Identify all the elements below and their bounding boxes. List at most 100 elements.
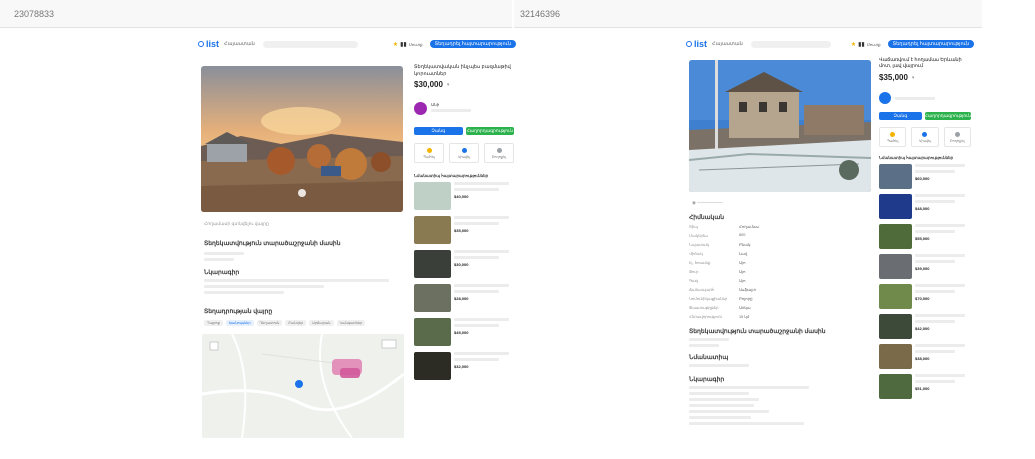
poi-tabs: Դպրոց Խանութներ Դեղատուն Բանկեր Սրճարան …	[204, 320, 366, 326]
region-info	[204, 252, 294, 264]
right-id-bar: 32146396	[514, 0, 982, 28]
description-text	[204, 279, 394, 297]
chevron-down-icon[interactable]: ▾	[912, 75, 915, 81]
logo-icon	[198, 41, 204, 47]
login-link[interactable]: Մուտք	[867, 42, 881, 47]
region-section-title: Տեղեկատվություն տարածաշրջանի մասին	[204, 241, 341, 247]
left-listing-page: list Հայաստան ★ ▮▮ Մուտք Տեղադրել հայտար…	[198, 36, 516, 456]
login-link[interactable]: Մուտք	[409, 42, 423, 47]
star-icon	[890, 131, 896, 137]
header-icons: ★ ▮▮ Մուտք Տեղադրել հայտարարություն	[393, 40, 516, 48]
specs-table: Տիպ Հողամաս Մակերես 600 Նպատակ Բնակ. Վիճակ Լ…	[689, 224, 869, 323]
poi-tab[interactable]: Կանգառներ	[336, 320, 366, 326]
spec-row: Վիճակ Լավ	[689, 252, 748, 256]
save-action[interactable]: Պահել	[414, 143, 444, 163]
search-input[interactable]	[750, 40, 831, 48]
list-item[interactable]: $32,000	[414, 352, 514, 380]
main-photo[interactable]	[201, 66, 403, 212]
post-ad-button[interactable]: Տեղադրել հայտարարություն	[429, 40, 516, 48]
list-item[interactable]: $55,000	[879, 224, 971, 250]
message-button[interactable]: Հաղորդագրություն	[465, 127, 514, 135]
message-button[interactable]: Հաղորդագրություն	[924, 112, 971, 121]
quick-actions: Պահել Կիսվել Բողոքել	[414, 143, 514, 163]
listing-sidebar: Վաճառվում է հողամաս Երևանի մոտ, լավ վայր…	[879, 58, 971, 404]
bars-icon[interactable]: ▮▮	[858, 41, 865, 48]
flag-icon	[954, 131, 960, 137]
list-item[interactable]: $35,000	[414, 216, 514, 244]
site-logo[interactable]: list	[198, 39, 219, 49]
list-item[interactable]: $38,000	[879, 344, 971, 370]
listing-sidebar: Տեղեկատվական ինչպես բազմաթիվ կորուստներ …	[414, 64, 514, 386]
list-item[interactable]: $60,000	[879, 164, 971, 190]
similar-title: Նմանատիպ հայտարարություններ	[879, 155, 954, 161]
share-action[interactable]: Կիսվել	[911, 127, 939, 148]
report-action[interactable]: Բողոքել	[484, 143, 514, 163]
seller-card[interactable]: Անի	[414, 102, 514, 115]
call-button[interactable]: Զանգ	[879, 112, 922, 121]
share-icon	[461, 147, 467, 153]
call-button[interactable]: Զանգ	[414, 127, 463, 135]
poi-tab[interactable]: Սրճարան	[309, 320, 334, 326]
list-item[interactable]: $39,000	[879, 254, 971, 280]
comparison-header: 23078833 32146396	[0, 0, 1035, 28]
region-section-title: Տեղեկատվություն տարածաշրջանի մասին	[689, 329, 826, 335]
spec-row: Ճանապարհ Ասֆալտ	[689, 288, 756, 292]
list-item[interactable]: $45,000	[414, 318, 514, 346]
spec-row: Մակերես 600	[689, 233, 746, 238]
chevron-down-icon[interactable]: ▾	[447, 82, 450, 88]
list-item[interactable]: $70,000	[879, 284, 971, 310]
right-listing-page: list Հայաստան ★ ▮▮ Մուտք Տեղադրել հայտար…	[686, 36, 974, 459]
poi-tab[interactable]: Դեղատուն	[256, 320, 283, 326]
location-map[interactable]	[202, 334, 404, 438]
similar-list: $40,000 $35,000 $30,000 $28,000 $45,000 …	[414, 182, 514, 380]
star-icon	[426, 147, 432, 153]
list-item[interactable]: $28,000	[414, 284, 514, 312]
region-select[interactable]: Հայաստան	[224, 41, 255, 47]
map-link[interactable]: ◉ ────────	[692, 200, 723, 206]
description-text	[689, 386, 869, 428]
spec-row: Փաստաթղթեր Առկա	[689, 306, 751, 310]
listing-price: $30,000	[414, 80, 443, 89]
region-info	[689, 338, 779, 350]
description-title: Նկարագիր	[204, 270, 240, 276]
flag-icon	[496, 147, 502, 153]
save-action[interactable]: Պահել	[879, 127, 907, 148]
search-input[interactable]	[262, 40, 358, 48]
post-ad-button[interactable]: Տեղադրել հայտարարություն	[887, 40, 974, 48]
list-item[interactable]: $48,000	[879, 194, 971, 220]
star-icon[interactable]: ★	[393, 41, 398, 48]
main-photo[interactable]	[689, 60, 871, 192]
list-item[interactable]: $40,000	[414, 182, 514, 210]
sunset-landscape-image	[201, 66, 403, 212]
list-item[interactable]: $51,000	[879, 374, 971, 400]
listing-title: Տեղեկատվական ինչպես բազմաթիվ կորուստներ	[414, 64, 511, 77]
spec-row: Գազ Այո	[689, 279, 746, 283]
poi-tab[interactable]: Բանկեր	[285, 320, 307, 326]
poi-tab[interactable]: Դպրոց	[204, 320, 223, 326]
bars-icon[interactable]: ▮▮	[400, 41, 407, 48]
site-logo[interactable]: list	[686, 39, 707, 49]
spec-row: Էլ. հոսանք Այո	[689, 261, 746, 265]
seller-name: Անի	[431, 102, 440, 107]
extra-section-title: Նմանատիպ	[689, 355, 729, 361]
spec-row: Հեռավորություն 15 կմ	[689, 315, 750, 319]
listing-price: $35,000	[879, 73, 908, 83]
list-item[interactable]: $30,000	[414, 250, 514, 278]
similar-list: $60,000 $48,000 $55,000 $39,000 $70,000 …	[879, 164, 971, 400]
site-header: list Հայաստան ★ ▮▮ Մուտք Տեղադրել հայտար…	[198, 36, 516, 52]
listing-title: Վաճառվում է հողամաս Երևանի մոտ, լավ վայր…	[879, 58, 962, 70]
report-action[interactable]: Բողոքել	[943, 127, 971, 148]
house-winter-image	[689, 60, 871, 192]
list-item[interactable]: $42,000	[879, 314, 971, 340]
seller-card[interactable]	[879, 92, 971, 105]
breadcrumb[interactable]	[198, 55, 516, 59]
share-action[interactable]: Կիսվել	[449, 143, 479, 163]
map-image	[202, 334, 404, 438]
avatar	[414, 102, 427, 115]
logo-icon	[686, 41, 692, 47]
star-icon[interactable]: ★	[851, 41, 856, 48]
poi-tab[interactable]: Խանութներ	[225, 320, 254, 326]
region-select[interactable]: Հայաստան	[712, 41, 743, 47]
location-title: Տեղադրության վայրը	[204, 309, 273, 315]
share-icon	[922, 131, 928, 137]
